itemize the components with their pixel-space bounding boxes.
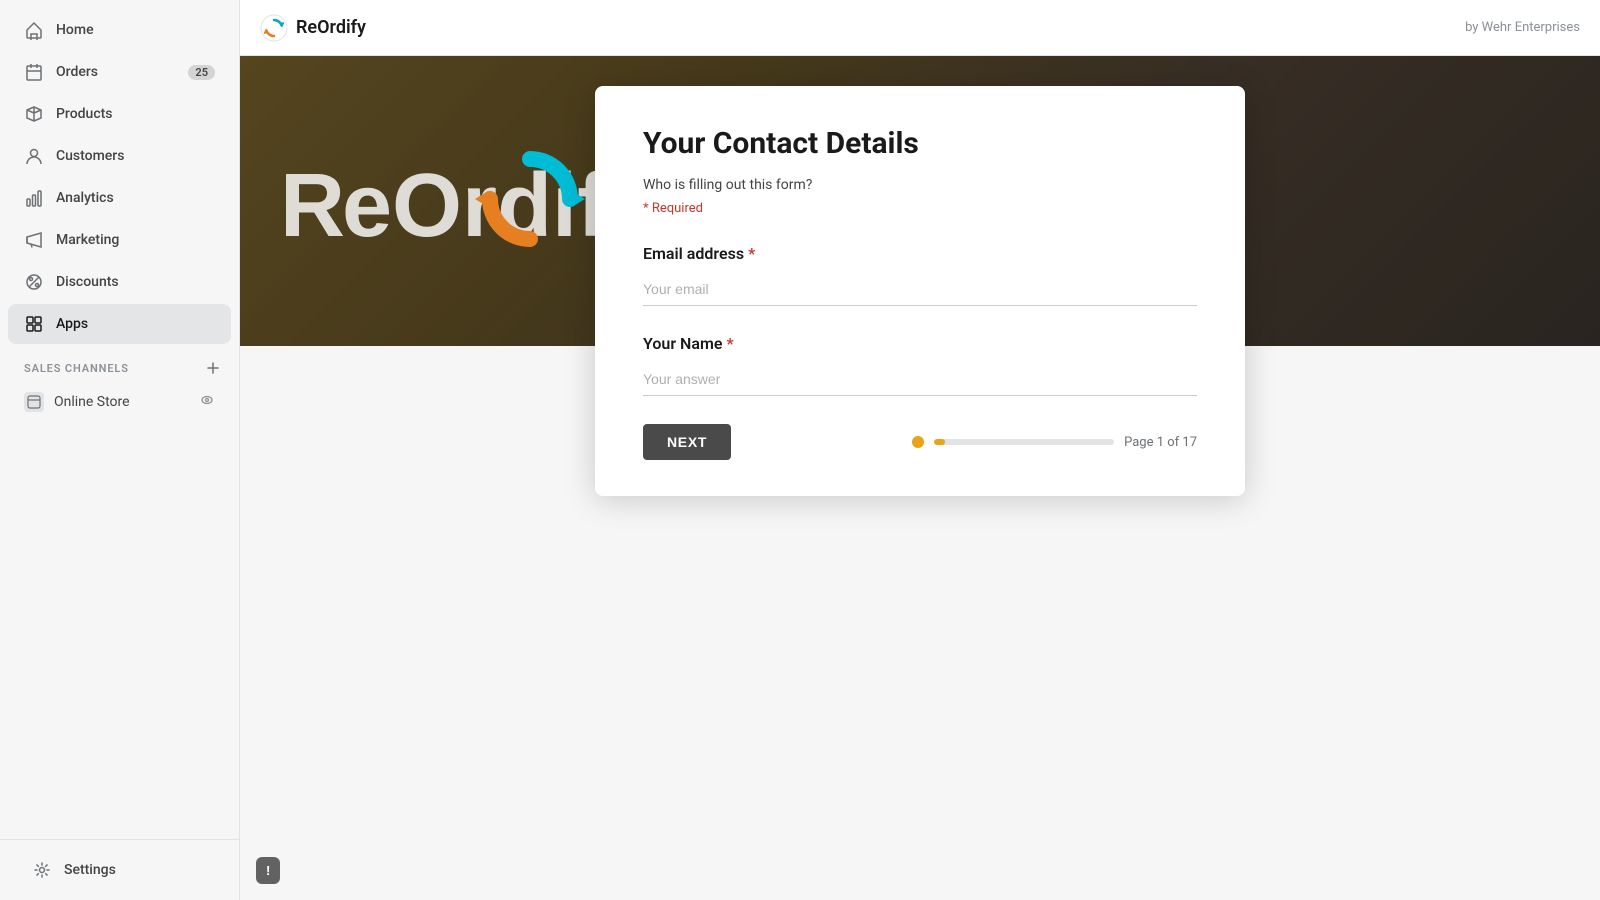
main-content: ReOrdify by Wehr Enterprises R eOrdify	[240, 0, 1600, 900]
apps-icon	[24, 314, 44, 334]
topbar: ReOrdify by Wehr Enterprises	[240, 0, 1600, 56]
add-sales-channel-button[interactable]	[203, 358, 223, 378]
sidebar-item-discounts[interactable]: Discounts	[8, 262, 231, 302]
progress-bar-fill	[934, 439, 945, 445]
sidebar-item-apps[interactable]: Apps	[8, 304, 231, 344]
analytics-icon	[24, 188, 44, 208]
sidebar-nav: Home Orders 25 Products	[0, 0, 239, 839]
sidebar-item-label: Orders	[56, 64, 98, 80]
marketing-icon	[24, 230, 44, 250]
sidebar-item-label: Home	[56, 22, 94, 38]
orders-badge: 25	[188, 65, 215, 80]
name-field-label: Your Name *	[643, 334, 1197, 353]
home-icon	[24, 20, 44, 40]
sidebar-item-orders[interactable]: Orders 25	[8, 52, 231, 92]
app-name: ReOrdify	[296, 17, 366, 38]
sidebar-item-home[interactable]: Home	[8, 10, 231, 50]
sales-channels-section: SALES CHANNELS	[0, 346, 239, 382]
online-store-icon	[24, 392, 44, 412]
sidebar-item-label: Marketing	[56, 232, 119, 248]
form-required-label: * Required	[643, 201, 1197, 216]
online-store-label: Online Store	[54, 394, 130, 410]
sidebar-item-settings[interactable]: Settings	[16, 850, 223, 890]
products-icon	[24, 104, 44, 124]
sidebar-item-customers[interactable]: Customers	[8, 136, 231, 176]
sidebar-item-label: Customers	[56, 148, 124, 164]
topbar-by-text: by Wehr Enterprises	[1465, 20, 1580, 35]
sales-channels-label: SALES CHANNELS	[24, 362, 129, 375]
progress-bar	[934, 439, 1114, 445]
progress-dot	[912, 436, 924, 448]
progress-text: Page 1 of 17	[1124, 435, 1197, 450]
name-input[interactable]	[643, 363, 1197, 396]
progress-container: Page 1 of 17	[912, 435, 1197, 450]
customers-icon	[24, 146, 44, 166]
email-field-group: Email address *	[643, 244, 1197, 306]
form-subtitle: Who is filling out this form?	[643, 177, 1197, 193]
email-input[interactable]	[643, 273, 1197, 306]
email-field-label: Email address *	[643, 244, 1197, 263]
sidebar-item-label: Discounts	[56, 274, 119, 290]
sidebar-item-online-store[interactable]: Online Store	[8, 384, 231, 420]
reordify-logo-icon	[260, 14, 288, 42]
form-card: Your Contact Details Who is filling out …	[595, 86, 1245, 496]
settings-label: Settings	[64, 862, 116, 878]
sidebar-item-label: Apps	[56, 316, 88, 332]
settings-icon	[32, 860, 52, 880]
email-required-star: *	[748, 244, 755, 263]
form-title: Your Contact Details	[643, 126, 1197, 161]
discounts-icon	[24, 272, 44, 292]
sidebar-item-marketing[interactable]: Marketing	[8, 220, 231, 260]
sidebar-bottom: Settings	[0, 839, 239, 900]
sidebar-item-label: Analytics	[56, 190, 114, 206]
sidebar-item-products[interactable]: Products	[8, 94, 231, 134]
next-button[interactable]: NEXT	[643, 424, 731, 460]
sidebar: Home Orders 25 Products	[0, 0, 240, 900]
form-footer: NEXT Page 1 of 17	[643, 424, 1197, 460]
sidebar-item-analytics[interactable]: Analytics	[8, 178, 231, 218]
orders-icon	[24, 62, 44, 82]
name-required-star: *	[726, 334, 733, 353]
eye-icon[interactable]	[199, 392, 215, 412]
sidebar-item-label: Products	[56, 106, 113, 122]
app-logo: ReOrdify	[260, 14, 366, 42]
content-area: R eOrdify Your Contact Details Who is fi…	[240, 56, 1600, 900]
form-overlay: Your Contact Details Who is filling out …	[240, 56, 1600, 900]
name-field-group: Your Name *	[643, 334, 1197, 396]
